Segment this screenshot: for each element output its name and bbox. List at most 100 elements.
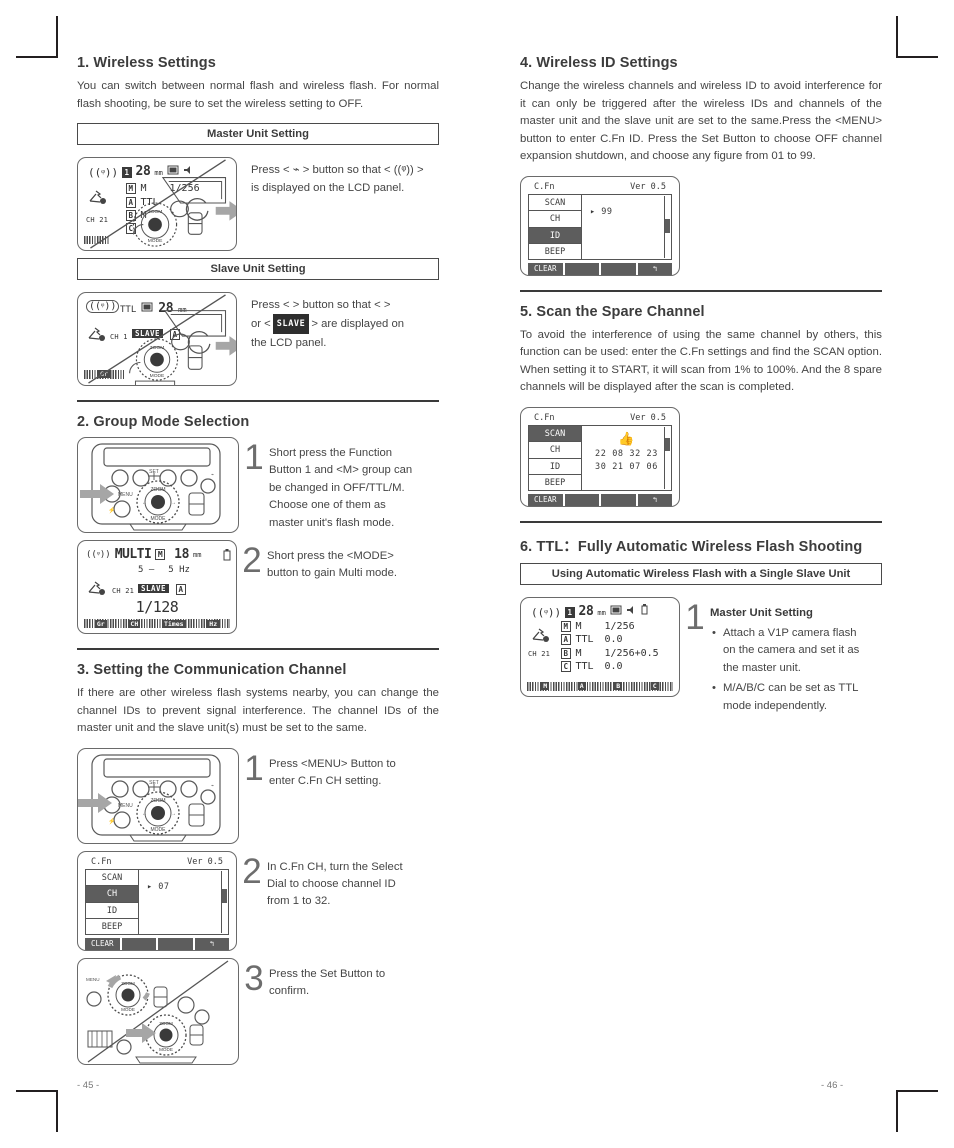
lcd-multi-soft-keys: Gr CH Times Hz [84,619,230,628]
section-5-heading: 5. Scan the Spare Channel [520,303,705,320]
beep-icon [183,166,190,174]
cfn-footer-blank-2[interactable] [601,493,636,506]
svg-text:MODE: MODE [148,238,163,244]
focal-length-value: 18 [174,547,190,562]
focal-length-unit: mm [154,169,163,177]
softkey-a[interactable]: A [577,682,586,690]
cfn-footer-clear[interactable]: CLEAR [528,493,563,506]
cfn-scrollbar[interactable] [664,426,670,489]
cfn-value-pane: ▸ 99 [582,195,671,259]
wireless-icon: ((ᵠ)) [531,605,562,619]
cfn-scrollbar[interactable] [221,870,227,933]
multi-times-hz-row: 5 – 5 Hz [138,565,190,575]
cfn-menu-item-ch[interactable]: CH [529,442,581,459]
master-unit-setting-banner: Master Unit Setting [77,123,439,145]
cfn-scan-screen: C.Fn Ver 0.5 SCAN CH ID BEEP 👍 22 08 32 … [520,406,680,507]
softkey-gr[interactable]: Gr [94,619,107,628]
mode-label: TTL [120,305,137,315]
wireless-symbol-icon: ((ᵠ)) [393,164,414,176]
slave-mode-badge: SLAVE [138,584,170,593]
crop-mark-bottom-right [896,1090,938,1132]
cfn-menu-item-beep[interactable]: BEEP [86,919,138,936]
cfn-menu-list: SCAN CH ID BEEP [529,425,582,492]
softkey-hz[interactable]: Hz [207,619,220,628]
page-number-right: - 46 - [821,1080,844,1091]
slave-flash-icon [86,325,108,347]
focal-length-unit: mm [597,608,606,617]
channel-step-1-text: Press <MENU> Button to enter C.Fn CH set… [269,757,396,787]
cfn-menu-item-scan[interactable]: SCAN [529,195,581,211]
cfn-menu-item-ch[interactable]: CH [86,886,138,903]
thumbs-up-icon: 👍 [618,431,635,447]
multi-hz-value: 5 Hz [168,565,190,575]
cfn-menu-item-id[interactable]: ID [86,903,138,919]
cfn-menu-item-id[interactable]: ID [529,459,581,475]
channel-step-3-text: Press the Set Button to confirm. [269,967,386,997]
svg-text:ZOOM: ZOOM [150,345,165,351]
wireless-button-icon: ⌁ [292,164,300,176]
battery-icon [141,302,153,312]
svg-text:MENU: MENU [118,492,133,498]
section-2-heading: 2. Group Mode Selection [77,414,250,430]
lcd-slave-top-row: TTL 28 mm [120,301,187,316]
master-unit-caption: Press < ⌁ > button so that < ((ᵠ)) > is … [251,164,424,194]
cfn-title: C.Fn [534,412,555,423]
section-divider [520,289,882,292]
group-mode-step-2-row: ((ᵠ)) MULTI M 18 mm 5 – 5 Hz CH 21 SLAVE… [77,540,439,634]
cfn-footer-blank-2[interactable] [158,937,193,950]
section-4-heading: 4. Wireless ID Settings [520,55,678,71]
softkey-b[interactable]: B [614,682,623,690]
softkey-times[interactable]: Times [161,619,186,628]
softkey-gr: Gr [84,370,124,379]
ttl-step-1-content: Master Unit Setting Attach a V1P camera … [710,597,862,718]
section-6-heading: 6. TTL：Fully Automatic Wireless Flash Sh… [520,538,863,555]
cfn-ch-value: ▸ 07 [147,881,170,892]
cfn-body: SCAN CH ID BEEP 👍 22 08 32 23 30 21 07 0… [528,424,672,492]
focal-length-value: 28 [578,603,594,619]
cfn-footer-blank-1[interactable] [564,493,599,506]
softkey-ch[interactable]: CH [128,619,141,628]
group-badge: A [176,584,186,595]
wireless-icon-highlighted: ((ᵠ)) [86,300,120,313]
svg-text:⚡: ⚡ [108,817,115,825]
lcd-multi-panel: ((ᵠ)) MULTI M 18 mm 5 – 5 Hz CH 21 SLAVE… [77,540,237,634]
right-page-column: 4. Wireless ID Settings Change the wirel… [520,55,882,725]
scan-result-line-2: 30 21 07 06 [595,461,658,472]
group-row: C [126,222,200,234]
cfn-version: Ver 0.5 [187,856,223,867]
cfn-footer-back[interactable]: ↰ [637,493,672,506]
battery-icon [223,548,231,560]
softkey-m[interactable]: M [541,682,550,690]
svg-text:ZOOM: ZOOM [151,798,166,804]
cfn-menu-item-scan[interactable]: SCAN [529,425,581,442]
cfn-menu-item-ch[interactable]: CH [529,211,581,228]
cfn-id-value: ▸ 99 [590,206,613,217]
cfn-footer-clear[interactable]: CLEAR [528,262,563,275]
section-divider [77,648,439,650]
softkey-c[interactable]: C [650,682,659,690]
cfn-scrollbar[interactable] [664,195,670,258]
cfn-menu-list: SCAN CH ID BEEP [529,194,582,261]
ttl-step-1-row: ((ᵠ)) 1 28 mm CH 21 M M 1/256 A TTL 0.0 B M 1/… [520,596,882,718]
cfn-version: Ver 0.5 [630,181,666,192]
section-1-body: You can switch between normal flash and … [77,80,439,110]
cfn-footer-blank-1[interactable] [564,262,599,275]
cfn-footer-back[interactable]: ↰ [194,937,229,950]
cfn-menu-item-beep[interactable]: BEEP [529,244,581,261]
focal-length-value: 28 [158,301,174,316]
svg-text:←: ← [142,500,147,506]
ttl-bullet-1: Attach a V1P camera flash on the camera … [712,625,862,677]
cfn-footer-blank-1[interactable] [121,937,156,950]
group-mode-step-1-row: SET ⌁ MENU ⚡ ZOOM MODE ← → 1 Short press… [77,437,439,533]
cfn-footer-back[interactable]: ↰ [637,262,672,275]
cfn-title: C.Fn [91,856,112,867]
cfn-title: C.Fn [534,181,555,192]
zoom-flag-badge: 1 [122,167,132,178]
lcd-ttl-soft-keys: M A B C [527,681,673,691]
cfn-footer-clear[interactable]: CLEAR [85,937,120,950]
cfn-menu-item-scan[interactable]: SCAN [86,870,138,886]
cfn-footer-blank-2[interactable] [601,262,636,275]
cfn-menu-item-id[interactable]: ID [529,227,581,244]
cfn-menu-item-beep[interactable]: BEEP [529,475,581,492]
svg-text:ZOOM: ZOOM [159,1021,173,1026]
